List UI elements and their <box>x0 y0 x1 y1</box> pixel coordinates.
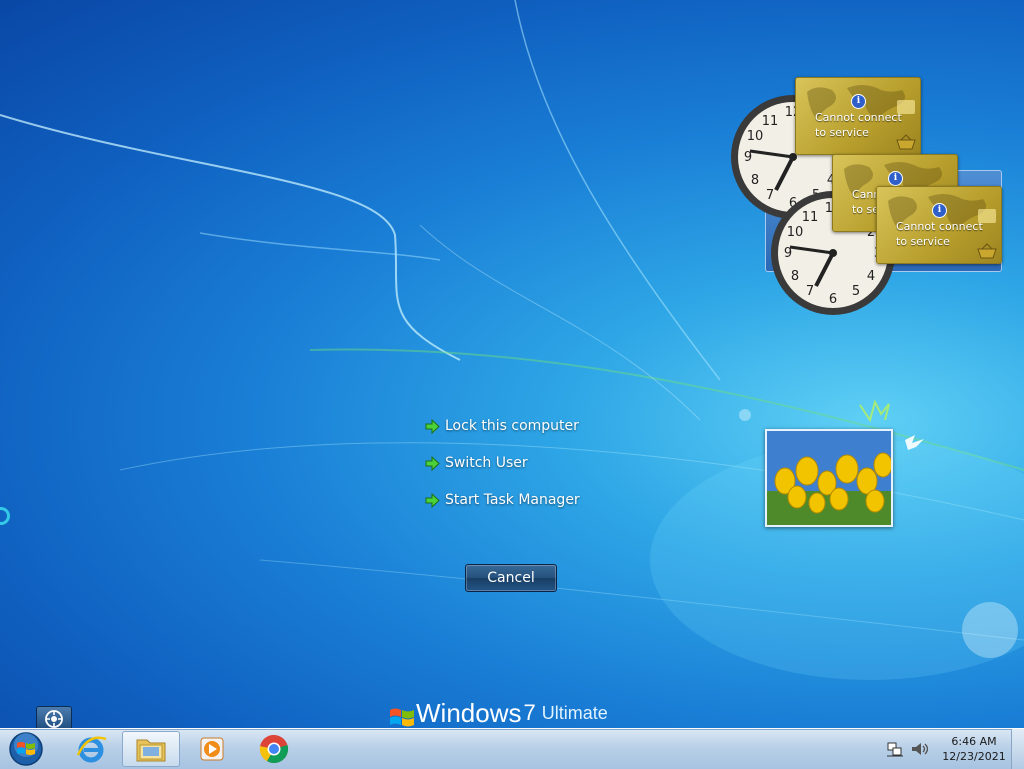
folder-icon <box>136 739 166 762</box>
feed-message-line1: Cannot connect <box>815 111 902 124</box>
network-icon[interactable] <box>886 740 904 758</box>
windows-branding: Windows 7 Ultimate <box>388 702 608 728</box>
taskbar-windows-media-player[interactable] <box>183 731 241 767</box>
basket-icon <box>977 243 997 259</box>
ease-of-access-icon <box>45 710 63 728</box>
svg-text:8: 8 <box>791 269 799 284</box>
info-icon: i <box>888 171 903 186</box>
cancel-button[interactable]: Cancel <box>465 564 557 592</box>
lock-computer-option[interactable]: Lock this computer <box>425 416 580 436</box>
info-icon: i <box>932 203 947 218</box>
feed-message-line2: to service <box>815 126 869 139</box>
internet-explorer-icon <box>76 736 107 763</box>
svg-text:4: 4 <box>867 269 875 284</box>
chrome-icon <box>259 734 289 764</box>
green-arrow-icon <box>425 455 440 471</box>
svg-text:8: 8 <box>751 173 759 188</box>
volume-icon[interactable] <box>910 740 928 758</box>
windows-wordmark: Windows <box>416 702 522 728</box>
svg-text:10: 10 <box>787 225 804 240</box>
feed-gadget[interactable]: i Cannot connect to service <box>795 77 921 155</box>
feed-gadget-3[interactable]: i Cannot connect to service <box>876 186 1002 264</box>
svg-text:11: 11 <box>762 114 779 129</box>
switch-user-option[interactable]: Switch User <box>425 453 580 473</box>
tulips-photo <box>767 431 891 525</box>
svg-text:10: 10 <box>747 129 764 144</box>
taskbar-clock[interactable]: 6:46 AM 12/23/2021 <box>938 734 1010 764</box>
start-task-manager-label: Start Task Manager <box>445 492 580 508</box>
taskbar-internet-explorer[interactable] <box>62 731 120 767</box>
windows-version: 7 <box>523 702 536 725</box>
taskbar-windows-explorer[interactable] <box>122 731 180 767</box>
start-button[interactable] <box>6 731 46 767</box>
svg-text:5: 5 <box>852 284 860 299</box>
media-player-icon <box>200 737 224 761</box>
show-desktop-button[interactable] <box>1011 729 1024 769</box>
clock-time: 6:46 AM <box>951 735 997 748</box>
basket-icon <box>896 134 916 150</box>
card-icon <box>897 100 915 114</box>
windows-edition: Ultimate <box>541 703 608 723</box>
clock-date: 12/23/2021 <box>942 750 1006 763</box>
svg-text:7: 7 <box>806 284 814 299</box>
security-options-list: Lock this computer Switch User Start Tas… <box>425 416 580 527</box>
svg-text:6: 6 <box>829 292 837 307</box>
lock-computer-label: Lock this computer <box>445 418 579 434</box>
switch-user-label: Switch User <box>445 455 528 471</box>
slideshow-gadget[interactable] <box>765 429 893 527</box>
start-task-manager-option[interactable]: Start Task Manager <box>425 490 580 510</box>
feed-message-line1: Cannot connect <box>896 220 983 233</box>
svg-text:11: 11 <box>802 210 819 225</box>
windows-flag-icon <box>390 708 414 727</box>
taskbar: 6:46 AM 12/23/2021 <box>0 728 1024 769</box>
green-arrow-icon <box>425 418 440 434</box>
green-arrow-icon <box>425 492 440 508</box>
card-icon <box>978 209 996 223</box>
info-icon: i <box>851 94 866 109</box>
feed-message-partial-line2: to se <box>852 203 880 216</box>
taskbar-google-chrome[interactable] <box>245 731 303 767</box>
system-tray: 6:46 AM 12/23/2021 <box>886 729 1024 769</box>
feed-message-line2: to service <box>896 235 950 248</box>
